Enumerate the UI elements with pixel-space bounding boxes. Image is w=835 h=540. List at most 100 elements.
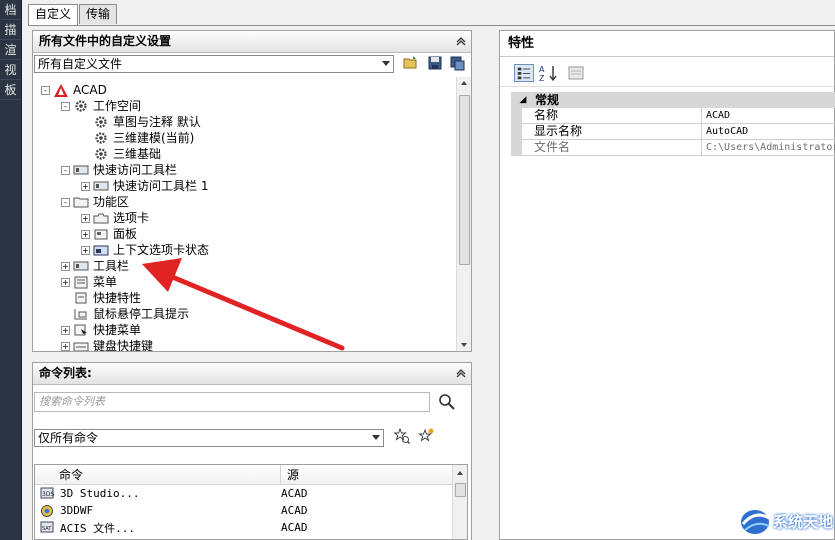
tree-node[interactable]: + 选项卡: [81, 210, 149, 226]
tab-transfer[interactable]: 传输: [79, 4, 118, 24]
collapse-node-icon[interactable]: -: [41, 85, 50, 95]
acad-logo-icon: [54, 84, 68, 97]
property-row[interactable]: 显示名称 AutoCAD: [511, 124, 835, 140]
svg-text:3DS: 3DS: [42, 491, 54, 498]
command-filter-dropdown[interactable]: 仅所有命令: [34, 429, 384, 447]
collapse-triangle-icon[interactable]: ◢: [511, 92, 535, 108]
customize-panel-title: 所有文件中的自定义设置: [39, 34, 172, 48]
tab-customize[interactable]: 自定义: [28, 4, 79, 26]
property-pages-icon[interactable]: [568, 65, 584, 81]
tree-node[interactable]: + 工具栏: [61, 258, 129, 274]
strip-item[interactable]: 描: [0, 20, 21, 40]
save-as-icon[interactable]: [449, 55, 465, 71]
expand-node-icon[interactable]: +: [61, 261, 70, 271]
scroll-thumb[interactable]: [455, 483, 466, 497]
tree-node[interactable]: 草图与注释 默认: [81, 114, 201, 130]
properties-toolbar: A Z: [500, 57, 834, 87]
expand-node-icon[interactable]: +: [81, 245, 90, 255]
collapse-chevron-icon[interactable]: [455, 367, 467, 379]
tree-node[interactable]: - 快速访问工具栏: [61, 162, 177, 178]
command-cell: 3DDWF: [35, 504, 281, 518]
tree-node[interactable]: 三维建模(当前): [81, 130, 194, 146]
property-key: 名称: [522, 108, 702, 124]
column-header-command[interactable]: 命令: [35, 465, 281, 484]
tree-node[interactable]: - 功能区: [61, 194, 129, 210]
expand-node-icon[interactable]: +: [81, 229, 90, 239]
collapse-node-icon[interactable]: -: [61, 165, 70, 175]
tooltip-icon: [74, 309, 87, 320]
tree-node-label: 三维建模(当前): [113, 131, 195, 145]
property-category[interactable]: ◢ 常规: [511, 92, 835, 108]
watermark-globe-icon: [740, 510, 770, 534]
command-table-header: 命令 源: [35, 465, 467, 485]
tree-node[interactable]: 三维基础: [81, 146, 161, 162]
strip-item[interactable]: 渲: [0, 40, 21, 60]
tree-node[interactable]: + 键盘快捷键: [61, 338, 153, 351]
command-source: ACAD: [281, 521, 308, 534]
tree-node[interactable]: - ACAD: [41, 82, 107, 98]
tree-scrollbar[interactable]: [456, 77, 471, 351]
property-row[interactable]: 名称 ACAD: [511, 108, 835, 124]
table-row[interactable]: SAT ACIS 文件... ACAD: [35, 519, 467, 536]
watermark-logo: 系统天地: [739, 506, 833, 536]
tree-node-label: 上下文选项卡状态: [113, 243, 210, 257]
property-grid: ◢ 常规 名称 ACAD 显示名称 AutoCAD 文件名 C:\Users\Admini…: [511, 92, 835, 156]
expand-node-icon[interactable]: +: [61, 341, 70, 351]
filter-star-icon[interactable]: [394, 428, 410, 444]
command-source: ACAD: [281, 504, 308, 517]
table-row[interactable]: 3DDWF ACAD: [35, 502, 467, 519]
customize-panel: 所有文件中的自定义设置 所有自定义文件 - ACAD - 工作空间 草图与注释 默认 三维…: [32, 30, 472, 352]
expand-node-icon[interactable]: +: [81, 213, 90, 223]
save-icon[interactable]: [427, 55, 443, 71]
command-table: 命令 源 3DS 3D Studio... ACAD 3DDWF ACAD SAT ACIS…: [34, 464, 468, 540]
categorized-view-icon[interactable]: [514, 64, 534, 82]
scroll-thumb[interactable]: [459, 95, 470, 265]
expand-node-icon[interactable]: +: [61, 325, 70, 335]
property-row[interactable]: 文件名 C:\Users\Administrator: [511, 140, 835, 156]
tree-node-label: 面板: [113, 227, 138, 241]
collapse-chevron-icon[interactable]: [455, 35, 467, 47]
property-value[interactable]: AutoCAD: [702, 124, 835, 140]
tree-node[interactable]: 鼠标悬停工具提示: [61, 306, 189, 322]
expand-node-icon[interactable]: +: [81, 181, 90, 191]
tree-node[interactable]: 快捷特性: [61, 290, 141, 306]
new-command-star-icon[interactable]: [418, 428, 434, 444]
command-panel-title: 命令列表:: [39, 366, 92, 380]
search-icon[interactable]: [438, 393, 456, 411]
tree-node[interactable]: + 快速访问工具栏 1: [81, 178, 208, 194]
properties-title: 特性: [500, 31, 834, 57]
strip-item[interactable]: 视: [0, 60, 21, 80]
alphabetical-sort-icon[interactable]: A Z: [538, 64, 558, 82]
scroll-up-arrow-icon[interactable]: [457, 471, 463, 475]
property-value: C:\Users\Administrator: [702, 140, 835, 156]
open-file-icon[interactable]: [403, 55, 419, 71]
file-dropdown[interactable]: 所有自定义文件: [34, 55, 394, 73]
svg-text:Z: Z: [539, 74, 545, 82]
column-header-source[interactable]: 源: [281, 465, 451, 484]
tree-node-label: 鼠标悬停工具提示: [93, 307, 190, 321]
collapse-node-icon[interactable]: -: [61, 101, 70, 111]
dwf-icon: [41, 504, 53, 517]
command-search-input[interactable]: 搜索命令列表: [34, 392, 430, 412]
table-row[interactable]: 3DS 3D Studio... ACAD: [35, 485, 467, 502]
tree-node[interactable]: - 工作空间: [61, 98, 141, 114]
command-name: ACIS 文件...: [60, 521, 135, 535]
main-tabs: 自定义 传输: [28, 4, 118, 26]
scroll-down-arrow-icon[interactable]: [461, 343, 467, 347]
property-gutter: [511, 124, 522, 140]
tree-node[interactable]: + 快捷菜单: [61, 322, 141, 338]
scroll-up-arrow-icon[interactable]: [461, 81, 467, 85]
strip-item[interactable]: 档: [0, 0, 21, 20]
tree-node[interactable]: + 菜单: [61, 274, 117, 290]
tree-node[interactable]: + 面板: [81, 226, 137, 242]
toolbar-icon: [93, 181, 109, 191]
collapse-node-icon[interactable]: -: [61, 197, 70, 207]
strip-item[interactable]: 板: [0, 80, 21, 100]
expand-node-icon[interactable]: +: [61, 277, 70, 287]
tree-node-label: 快捷特性: [93, 291, 142, 305]
property-value[interactable]: ACAD: [702, 108, 835, 124]
tree-node[interactable]: + 上下文选项卡状态: [81, 242, 209, 258]
tree-node-label: 键盘快捷键: [93, 339, 154, 351]
command-scrollbar[interactable]: [452, 465, 467, 539]
gear-icon: [95, 148, 107, 160]
